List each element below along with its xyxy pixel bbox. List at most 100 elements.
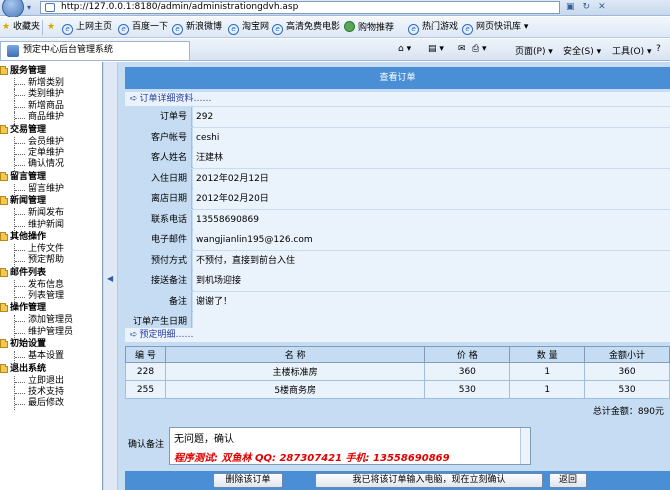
help-icon[interactable]: ? xyxy=(656,44,661,54)
favorites-bar: ★ 收藏夹 ★ e 上网主页 e 百度一下 e 新浪微博 e 淘宝网 e 高清免费电影 购… xyxy=(0,17,670,38)
sidebar-link[interactable]: 立即退出 xyxy=(0,375,102,388)
sidebar-link[interactable]: 添加管理员 xyxy=(0,315,102,328)
sidebar-link[interactable]: 会员维护 xyxy=(0,136,102,149)
tree-group-header[interactable]: 初始设置 xyxy=(0,338,102,351)
address-tools[interactable]: ▣↻✕ xyxy=(566,2,614,12)
order-items-table: 编 号 名 称 价 格 数 量 金额小计 228 主楼标准房 360 1 360… xyxy=(125,346,670,399)
column-header: 名 称 xyxy=(164,346,426,363)
address-bar: ▾ http://127.0.0.1:8180/admin/administra… xyxy=(0,0,670,18)
tree-group: 留言管理 留言维护 xyxy=(0,171,102,196)
favorite-link[interactable]: e 百度一下 xyxy=(118,21,168,35)
field-label: 订单号 xyxy=(125,107,192,127)
ie-icon: e xyxy=(62,24,73,35)
field-value: 汪建林 xyxy=(193,148,670,168)
forward-dropdown-icon[interactable]: ▾ xyxy=(27,3,31,12)
sidebar-link[interactable]: 定单维护 xyxy=(0,147,102,160)
order-field-row: 预付方式 不预付，直接到前台入住 xyxy=(125,250,670,271)
table-cell: 530 xyxy=(584,380,670,399)
tools-menu[interactable]: 工具(O) ▾ xyxy=(612,44,652,57)
order-view: 查看订单 ➪ 订单详细资料…… 订单号 292 客户帐号 ceshi 客人姓名 汪建林 入住日… xyxy=(119,62,670,490)
order-field-row: 客人姓名 汪建林 xyxy=(125,148,670,168)
favorite-link[interactable]: e 淘宝网 xyxy=(228,21,269,35)
globe-icon xyxy=(344,21,355,32)
order-field-row: 联系电话 13558690869 xyxy=(125,209,670,230)
tab-current[interactable]: 预定中心后台管理系统 xyxy=(0,41,190,60)
sidebar-link[interactable]: 新增商品 xyxy=(0,100,102,113)
table-row: 228 主楼标准房 360 1 360 xyxy=(125,362,670,381)
sidebar-link[interactable]: 上传文件 xyxy=(0,243,102,256)
sidebar-link[interactable]: 确认情况 xyxy=(0,159,102,172)
print-icon[interactable]: ⎙ ▾ xyxy=(472,44,487,54)
note-text: 无问题，确认 xyxy=(174,434,234,445)
feeds-icon[interactable]: ▤ ▾ xyxy=(428,44,444,54)
tree-group-header[interactable]: 留言管理 xyxy=(0,171,102,184)
rss-icon[interactable]: ▣ xyxy=(566,2,583,12)
note-scrollbar[interactable] xyxy=(520,428,530,464)
folder-icon xyxy=(0,66,8,75)
field-label: 联系电话 xyxy=(125,209,192,230)
tree-group-header[interactable]: 交易管理 xyxy=(0,124,102,137)
sidebar-link[interactable]: 维护新闻 xyxy=(0,219,102,232)
sidebar-link[interactable]: 预定帮助 xyxy=(0,255,102,268)
confirm-order-button[interactable]: 我已将该订单输入电脑，现在立刻确认 xyxy=(315,473,543,488)
tree-group-header[interactable]: 邮件列表 xyxy=(0,267,102,280)
table-cell: 228 xyxy=(125,362,166,381)
collapse-arrow-icon[interactable]: ◀ xyxy=(107,274,113,283)
tree-group-header[interactable]: 新闻管理 xyxy=(0,195,102,208)
sidebar-splitter[interactable]: ◀ xyxy=(104,62,118,490)
home-icon[interactable]: ⌂ ▾ xyxy=(398,44,411,54)
ie-icon: e xyxy=(172,24,183,35)
tree-group-header[interactable]: 服务管理 xyxy=(0,65,102,78)
favorite-link[interactable]: 购物推荐 xyxy=(344,21,394,34)
field-value: ceshi xyxy=(193,127,670,148)
column-header: 金额小计 xyxy=(584,346,670,363)
page-menu[interactable]: 页面(P) ▾ xyxy=(515,44,553,57)
mail-icon[interactable]: ✉ xyxy=(458,44,466,54)
favorites-label[interactable]: ★ 收藏夹 xyxy=(2,21,40,34)
confirm-note-textarea[interactable]: 无问题，确认 程序测试: 双鱼林 QQ: 287307421 手机: 13558… xyxy=(169,427,531,465)
sidebar-link[interactable]: 维护管理员 xyxy=(0,326,102,339)
field-label: 接送备注 xyxy=(125,271,192,291)
star-icon: ★ xyxy=(2,22,11,32)
folder-icon xyxy=(0,231,8,241)
note-signature: 程序测试: 双鱼林 QQ: 287307421 手机: 13558690869 xyxy=(174,453,450,464)
sidebar-link[interactable]: 技术支持 xyxy=(0,387,102,399)
sidebar-link[interactable]: 最后修改 xyxy=(0,398,102,411)
note-label: 确认备注 xyxy=(127,440,164,450)
delete-order-button[interactable]: 删除该订单 xyxy=(213,473,283,488)
tree-group-header[interactable]: 退出系统 xyxy=(0,363,102,376)
sidebar-link[interactable]: 商品维护 xyxy=(0,112,102,124)
sidebar-link[interactable]: 基本设置 xyxy=(0,351,102,364)
field-value: 292 xyxy=(193,107,670,127)
folder-icon xyxy=(0,339,8,349)
page-icon xyxy=(7,45,19,57)
sidebar-link[interactable]: 新闻发布 xyxy=(0,208,102,220)
refresh-icon[interactable]: ↻ xyxy=(583,2,599,12)
favorite-link[interactable]: e 网页快讯库 ▾ xyxy=(462,21,528,35)
back-button[interactable] xyxy=(2,0,24,18)
url-input[interactable]: http://127.0.0.1:8180/admin/administrati… xyxy=(40,1,560,14)
favorite-link[interactable]: e 新浪微博 xyxy=(172,21,222,35)
column-header: 编 号 xyxy=(125,346,166,363)
sidebar-link[interactable]: 留言维护 xyxy=(0,183,102,196)
confirm-note-row: 确认备注 无问题，确认 程序测试: 双鱼林 QQ: 287307421 手机: … xyxy=(125,422,670,468)
tree-group: 新闻管理 新闻发布 维护新闻 xyxy=(0,195,102,232)
sidebar-link[interactable]: 列表管理 xyxy=(0,291,102,303)
folder-icon xyxy=(0,363,8,373)
sidebar-link[interactable]: 类别维护 xyxy=(0,89,102,102)
sidebar-link[interactable]: 发布信息 xyxy=(0,279,102,292)
tree-group-header[interactable]: 其他操作 xyxy=(0,231,102,244)
sidebar-link[interactable]: 新增类别 xyxy=(0,78,102,90)
back-button[interactable]: 返回 xyxy=(549,473,587,488)
favorite-link[interactable]: e 高清免费电影 xyxy=(272,21,340,35)
tree-group: 邮件列表 发布信息 列表管理 xyxy=(0,267,102,303)
add-favorite-icon[interactable]: ★ xyxy=(47,21,55,34)
stop-icon[interactable]: ✕ xyxy=(598,2,614,12)
tree-group-header[interactable]: 操作管理 xyxy=(0,302,102,315)
safety-menu[interactable]: 安全(S) ▾ xyxy=(563,44,601,57)
order-field-row: 入住日期 2012年02月12日 xyxy=(125,168,670,189)
ie-icon: e xyxy=(228,24,239,35)
favorite-link[interactable]: e 热门游戏 xyxy=(408,21,458,35)
favorite-link[interactable]: e 上网主页 xyxy=(62,21,112,35)
tree-group: 交易管理 会员维护 定单维护 确认情况 xyxy=(0,124,102,172)
